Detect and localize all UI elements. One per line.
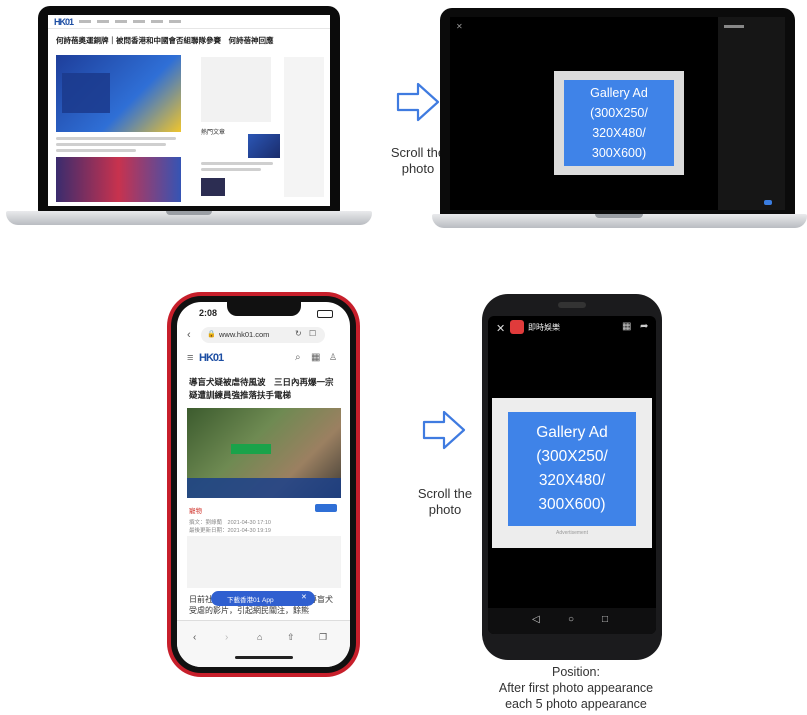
- right-rail: [284, 57, 324, 197]
- front-camera: [558, 302, 586, 308]
- side-ad-placeholder: [201, 57, 271, 122]
- hot-article-thumb-2[interactable]: [201, 178, 225, 196]
- battery-icon: [317, 310, 333, 318]
- article-photo[interactable]: [56, 157, 181, 202]
- scroll-caption-bottom: Scroll the photo: [417, 486, 473, 517]
- desktop-screen: HK01 何詩蓓奧運銅牌｜被問香港和中國會否組聯隊參賽 何詩蓓神回應 熱門文章: [48, 15, 330, 206]
- share-button[interactable]: [315, 504, 337, 512]
- ad-frame: Gallery Ad (300X250/ 320X480/ 300X600): [554, 71, 684, 175]
- home-indicator: [235, 656, 293, 659]
- grid-icon[interactable]: ▦: [622, 321, 631, 332]
- site-logo[interactable]: HK01: [54, 17, 74, 27]
- gallery-ad[interactable]: Gallery Ad (300X250/ 320X480/ 300X600): [564, 80, 674, 166]
- home-icon[interactable]: ⌂: [257, 632, 262, 642]
- site-nav-bar: HK01: [48, 15, 330, 29]
- author-line: 撰文：劉綠蘭 2021-04-30 17:10: [189, 520, 271, 526]
- desktop-laptop-gallery: ✕ Gallery Ad (300X250/ 320X480/ 300X600): [432, 8, 807, 234]
- app-icon: [510, 320, 524, 334]
- app-title: 即時娛樂: [528, 323, 560, 332]
- ad-frame: Gallery Ad (300X250/ 320X480/ 300X600) A…: [492, 398, 652, 548]
- article-headline[interactable]: 導盲犬疑被虐待風波 三日內再爆一宗 疑遭訓練員強推落扶手電梯: [189, 376, 342, 402]
- close-icon[interactable]: ✕: [496, 322, 505, 335]
- phone-notch: [227, 302, 301, 316]
- article-image[interactable]: [187, 408, 341, 498]
- back-icon[interactable]: ‹: [187, 329, 191, 341]
- close-icon[interactable]: ✕: [456, 22, 463, 31]
- laptop-lid: ✕ Gallery Ad (300X250/ 320X480/ 300X600): [440, 8, 795, 216]
- search-icon[interactable]: ⌕: [295, 352, 301, 363]
- inline-ad-slot: [187, 536, 341, 588]
- iphone-screen: 2:08 ‹ 🔒 www.hk01.com ↻ ☐ ≡ HK01 ⌕ ▦ ♙ 導…: [177, 302, 350, 667]
- nav-home-icon[interactable]: ○: [568, 614, 574, 625]
- bookmark-icon[interactable]: ☐: [309, 329, 316, 338]
- user-icon[interactable]: ♙: [329, 352, 337, 363]
- position-note: Position: After first photo appearance e…: [498, 665, 654, 711]
- article-title[interactable]: 何詩蓓奧運銅牌｜被問香港和中國會否組聯隊參賽 何詩蓓神回應: [56, 35, 326, 46]
- laptop-notch: [595, 214, 643, 218]
- site-logo[interactable]: HK01: [199, 352, 224, 364]
- lock-icon: 🔒: [207, 331, 216, 338]
- back-icon[interactable]: ‹: [193, 632, 196, 643]
- share-icon[interactable]: [764, 200, 772, 205]
- android-screen: ✕ 即時娛樂 ▦ ➦ Gallery Ad (300X250/ 320X480/…: [488, 316, 656, 634]
- gallery-ad[interactable]: Gallery Ad (300X250/ 320X480/ 300X600): [508, 412, 636, 526]
- desktop-laptop: HK01 何詩蓓奧運銅牌｜被問香港和中國會否組聯隊參賽 何詩蓓神回應 熱門文章: [6, 6, 372, 232]
- hot-articles-label: 熱門文章: [201, 130, 226, 136]
- url-text: www.hk01.com: [219, 330, 270, 339]
- section-tag[interactable]: 寵物: [189, 505, 202, 515]
- gallery-sidebar: [718, 17, 785, 210]
- forward-icon[interactable]: ›: [225, 632, 228, 643]
- hot-article-thumb[interactable]: [248, 134, 280, 158]
- browser-toolbar: ‹ › ⌂ ⇧ ❐: [177, 620, 350, 667]
- tabs-icon[interactable]: ❐: [319, 632, 327, 643]
- laptop-notch: [166, 211, 212, 215]
- gallery-screen: ✕ Gallery Ad (300X250/ 320X480/ 300X600): [450, 17, 785, 210]
- android-device: ✕ 即時娛樂 ▦ ➦ Gallery Ad (300X250/ 320X480/…: [482, 294, 662, 660]
- menu-icon[interactable]: ≡: [187, 352, 193, 364]
- share-icon[interactable]: ⇧: [287, 632, 295, 643]
- download-app-bar[interactable]: 下載香港01 App ✕: [211, 591, 315, 606]
- nav-back-icon[interactable]: ◁: [532, 614, 540, 625]
- android-nav-bar: ◁ ○ □: [488, 608, 656, 634]
- updated-line: 最後更新日期：2021-04-30 19:19: [189, 528, 271, 534]
- grid-icon[interactable]: ▦: [311, 352, 320, 363]
- laptop-lid: HK01 何詩蓓奧運銅牌｜被問香港和中國會否組聯隊參賽 何詩蓓神回應 熱門文章: [38, 6, 340, 212]
- sidebar-header-line: [724, 25, 744, 28]
- url-bar[interactable]: 🔒 www.hk01.com ↻ ☐: [201, 327, 325, 343]
- nav-recents-icon[interactable]: □: [602, 614, 608, 625]
- iphone-device: 2:08 ‹ 🔒 www.hk01.com ↻ ☐ ≡ HK01 ⌕ ▦ ♙ 導…: [167, 292, 360, 677]
- share-icon[interactable]: ➦: [640, 321, 648, 332]
- refresh-icon[interactable]: ↻: [295, 329, 302, 338]
- hero-photo-caption-block: [62, 73, 110, 113]
- status-time: 2:08: [199, 308, 218, 318]
- advertisement-label: Advertisement: [556, 530, 588, 536]
- arrow-right-outline-icon: [422, 410, 466, 450]
- close-icon[interactable]: ✕: [301, 593, 307, 601]
